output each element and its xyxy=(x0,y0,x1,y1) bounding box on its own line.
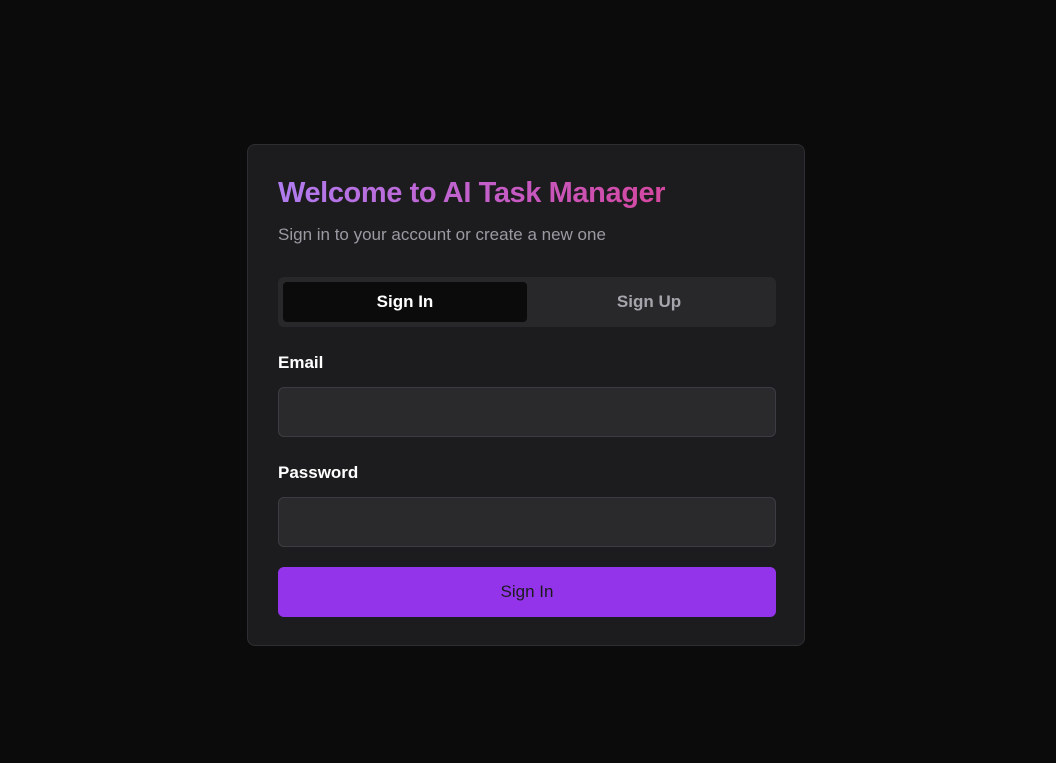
tab-sign-up[interactable]: Sign Up xyxy=(527,282,771,322)
auth-tabs: Sign In Sign Up xyxy=(278,277,776,327)
password-field[interactable] xyxy=(278,497,776,547)
password-label: Password xyxy=(278,463,359,482)
email-field[interactable] xyxy=(278,387,776,437)
tab-sign-in[interactable]: Sign In xyxy=(283,282,527,322)
page-subtitle: Sign in to your account or create a new … xyxy=(278,225,606,244)
sign-in-button[interactable]: Sign In xyxy=(278,567,776,617)
auth-card: Welcome to AI Task Manager Sign in to yo… xyxy=(247,144,805,646)
email-label: Email xyxy=(278,353,324,372)
page-title: Welcome to AI Task Manager xyxy=(278,177,666,209)
